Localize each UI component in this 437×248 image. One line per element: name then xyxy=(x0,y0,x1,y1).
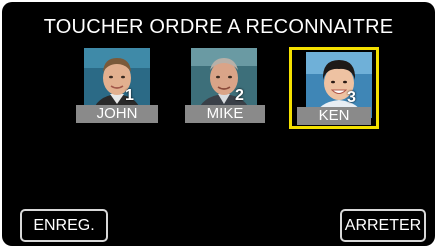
face-order-number: 1 xyxy=(125,87,134,104)
face-order-number: 2 xyxy=(235,87,244,104)
stop-button[interactable]: ARRETER xyxy=(340,209,426,242)
face-card-mike[interactable]: 2 MIKE xyxy=(183,48,265,128)
face-order-number: 3 xyxy=(347,89,356,106)
face-name-label: JOHN xyxy=(76,105,158,123)
face-name-label: MIKE xyxy=(185,105,265,123)
face-card-john[interactable]: 1 JOHN xyxy=(76,48,158,128)
face-name-label: KEN xyxy=(297,107,371,125)
page-title: TOUCHER ORDRE A RECONNAITRE xyxy=(43,16,394,38)
save-button[interactable]: ENREG. xyxy=(20,209,108,242)
face-card-ken[interactable]: 3 KEN xyxy=(289,47,379,129)
face-recognition-screen: TOUCHER ORDRE A RECONNAITRE 1 JOHN 2 MIK… xyxy=(2,2,435,246)
